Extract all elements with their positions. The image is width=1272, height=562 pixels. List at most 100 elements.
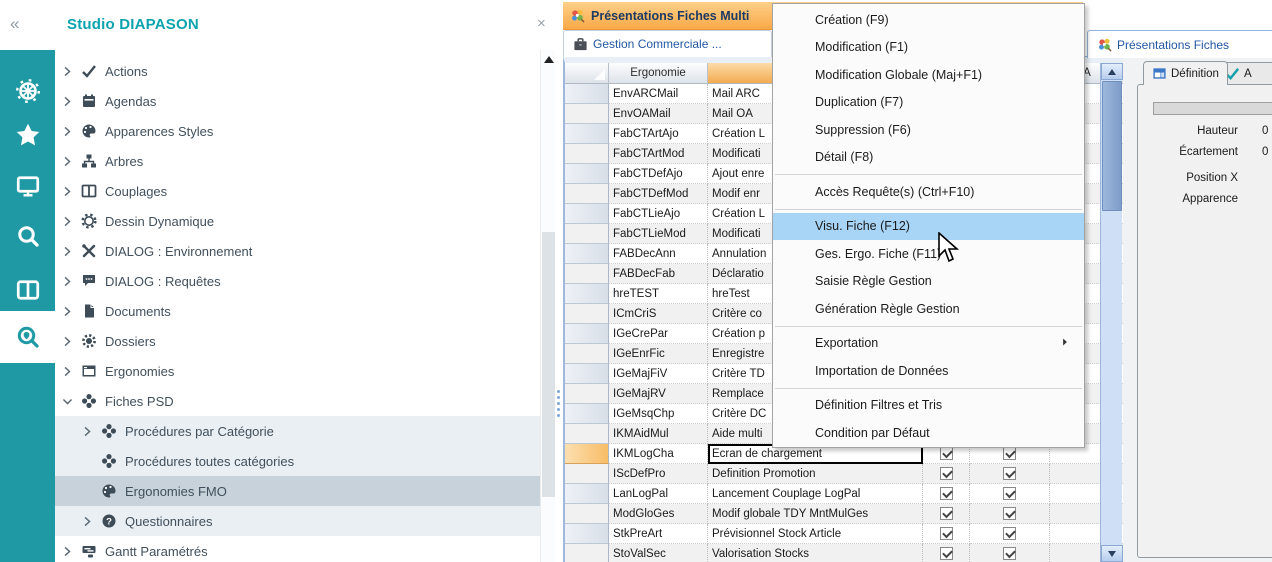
menu-item-importation-de-donn-es[interactable]: Importation de Données	[773, 357, 1084, 385]
cell-designation[interactable]: Modif globale TDY MntMulGes	[708, 504, 923, 524]
row-selector[interactable]	[565, 284, 609, 304]
menu-item-exportation[interactable]: Exportation	[773, 330, 1084, 358]
row-selector[interactable]	[565, 444, 609, 464]
checkbox-icon[interactable]	[1003, 547, 1016, 560]
checkbox-icon[interactable]	[1003, 527, 1016, 540]
row-selector[interactable]	[565, 144, 609, 164]
tree-item-dialog-environnement[interactable]: DIALOG : Environnement	[55, 236, 540, 266]
tab-definition[interactable]: Définition	[1143, 61, 1228, 85]
row-selector[interactable]	[565, 104, 609, 124]
grid-scrollbar[interactable]	[1100, 63, 1122, 562]
row-selector[interactable]	[565, 204, 609, 224]
chevron-right-icon[interactable]	[61, 125, 74, 138]
table-row-IScDefPro[interactable]: IScDefProDefinition Promotion	[565, 464, 1125, 484]
chevron-right-icon[interactable]	[61, 65, 74, 78]
cell-code[interactable]: ModGloGes	[609, 504, 708, 524]
tree-item-actions[interactable]: Actions	[55, 56, 540, 86]
cell-code[interactable]: ICmCriS	[609, 304, 708, 324]
row-selector[interactable]	[565, 164, 609, 184]
scroll-up-button[interactable]	[1101, 63, 1123, 80]
close-sidebar-icon[interactable]: ×	[537, 15, 546, 32]
tree-item-fiches-psd[interactable]: Fiches PSD	[55, 386, 540, 416]
row-selector[interactable]	[565, 224, 609, 244]
cell-code[interactable]: StkPreArt	[609, 524, 708, 544]
cell-code[interactable]: LanLogPal	[609, 484, 708, 504]
tree-item-questionnaires[interactable]: ?Questionnaires	[55, 506, 540, 536]
tree-item-documents[interactable]: Documents	[55, 296, 540, 326]
chevron-right-icon[interactable]	[81, 515, 94, 528]
menu-item-modification-f1-[interactable]: Modification (F1)	[773, 34, 1084, 62]
rail-split-columns-icon[interactable]	[0, 267, 55, 313]
rail-search-icon[interactable]	[0, 213, 55, 259]
cell-code[interactable]: FabCTLieMod	[609, 224, 708, 244]
row-selector[interactable]	[565, 544, 609, 562]
chevron-right-icon[interactable]	[61, 245, 74, 258]
menu-item-d-tail-f8-[interactable]: Détail (F8)	[773, 144, 1084, 172]
checkbox-icon[interactable]	[940, 547, 953, 560]
menu-item-condition-par-d-faut[interactable]: Condition par Défaut	[773, 419, 1084, 447]
cell-code[interactable]: IGeCrePar	[609, 324, 708, 344]
cell-checkbox-1[interactable]	[923, 484, 970, 504]
cell-code[interactable]: IKMLogCha	[609, 444, 708, 464]
checkbox-icon[interactable]	[940, 507, 953, 520]
cell-checkbox-2[interactable]	[970, 504, 1050, 524]
tree-item-dessin-dynamique[interactable]: Dessin Dynamique	[55, 206, 540, 236]
cell-code[interactable]: IKMAidMul	[609, 424, 708, 444]
cell-code[interactable]: FabCTArtMod	[609, 144, 708, 164]
row-selector[interactable]	[565, 384, 609, 404]
chevron-right-icon[interactable]	[61, 185, 74, 198]
menu-item-modification-globale-maj-f1-[interactable]: Modification Globale (Maj+F1)	[773, 61, 1084, 89]
cell-checkbox-2[interactable]	[970, 464, 1050, 484]
chevron-right-icon[interactable]	[81, 425, 94, 438]
table-row-ModGloGes[interactable]: ModGloGesModif globale TDY MntMulGes	[565, 504, 1125, 524]
row-selector[interactable]	[565, 264, 609, 284]
checkbox-icon[interactable]	[1003, 447, 1016, 460]
cell-code[interactable]: IGeMajRV	[609, 384, 708, 404]
tree-scrollbar-thumb[interactable]	[542, 232, 556, 497]
menu-item-d-finition-filtres-et-tris[interactable]: Définition Filtres et Tris	[773, 392, 1084, 420]
row-selector[interactable]	[565, 504, 609, 524]
table-row-StkPreArt[interactable]: StkPreArtPrévisionnel Stock Article	[565, 524, 1125, 544]
cell-code[interactable]: IScDefPro	[609, 464, 708, 484]
tree-item-arbres[interactable]: Arbres	[55, 146, 540, 176]
rail-monitor-icon[interactable]	[0, 163, 55, 209]
cell-checkbox-1[interactable]	[923, 504, 970, 524]
tree-item-ergonomies-fmo[interactable]: Ergonomies FMO	[55, 476, 540, 506]
cell-designation[interactable]: Lancement Couplage LogPal	[708, 484, 923, 504]
row-selector[interactable]	[565, 524, 609, 544]
cell-code[interactable]: FabCTDefMod	[609, 184, 708, 204]
menu-item-ges-ergo-fiche-f11-[interactable]: Ges. Ergo. Fiche (F11)	[773, 240, 1084, 268]
tree-item-gantt-param-tr-s[interactable]: Gantt Paramétrés	[55, 536, 540, 562]
cell-code[interactable]: FabCTDefAjo	[609, 164, 708, 184]
chevron-right-icon[interactable]	[61, 95, 74, 108]
cell-checkbox-2[interactable]	[970, 484, 1050, 504]
chevron-right-icon[interactable]	[61, 365, 74, 378]
tree-item-apparences-styles[interactable]: Apparences Styles	[55, 116, 540, 146]
rail-pin-search-icon[interactable]	[0, 311, 55, 363]
checkbox-icon[interactable]	[940, 527, 953, 540]
cell-code[interactable]: StoValSec	[609, 544, 708, 562]
menu-item-cr-ation-f9-[interactable]: Création (F9)	[773, 6, 1084, 34]
scroll-down-button[interactable]	[1101, 545, 1123, 562]
chevron-right-icon[interactable]	[61, 155, 74, 168]
menu-item-duplication-f7-[interactable]: Duplication (F7)	[773, 89, 1084, 117]
checkbox-icon[interactable]	[1003, 487, 1016, 500]
tab-presentations-fiches[interactable]: Présentations Fiches	[1087, 30, 1272, 58]
row-selector[interactable]	[565, 424, 609, 444]
tree-item-dossiers[interactable]: Dossiers	[55, 326, 540, 356]
menu-item-acc-s-requ-te-s-ctrl-f10-[interactable]: Accès Requête(s) (Ctrl+F10)	[773, 178, 1084, 206]
tree-item-ergonomies[interactable]: Ergonomies	[55, 356, 540, 386]
cell-code[interactable]: FabCTLieAjo	[609, 204, 708, 224]
cell-designation[interactable]: Valorisation Stocks	[708, 544, 923, 562]
menu-item-suppression-f6-[interactable]: Suppression (F6)	[773, 116, 1084, 144]
menu-item-visu-fiche-f12-[interactable]: Visu. Fiche (F12)	[773, 213, 1084, 241]
tree-item-proc-dures-par-cat-gorie[interactable]: Procédures par Catégorie	[55, 416, 540, 446]
row-selector[interactable]	[565, 324, 609, 344]
scroll-up-icon[interactable]	[544, 56, 554, 63]
tree-item-couplages[interactable]: Couplages	[55, 176, 540, 206]
row-selector[interactable]	[565, 344, 609, 364]
cell-checkbox-2[interactable]	[970, 544, 1050, 562]
cell-code[interactable]: hreTEST	[609, 284, 708, 304]
row-selector[interactable]	[565, 84, 609, 104]
menu-item-saisie-r-gle-gestion[interactable]: Saisie Règle Gestion	[773, 268, 1084, 296]
